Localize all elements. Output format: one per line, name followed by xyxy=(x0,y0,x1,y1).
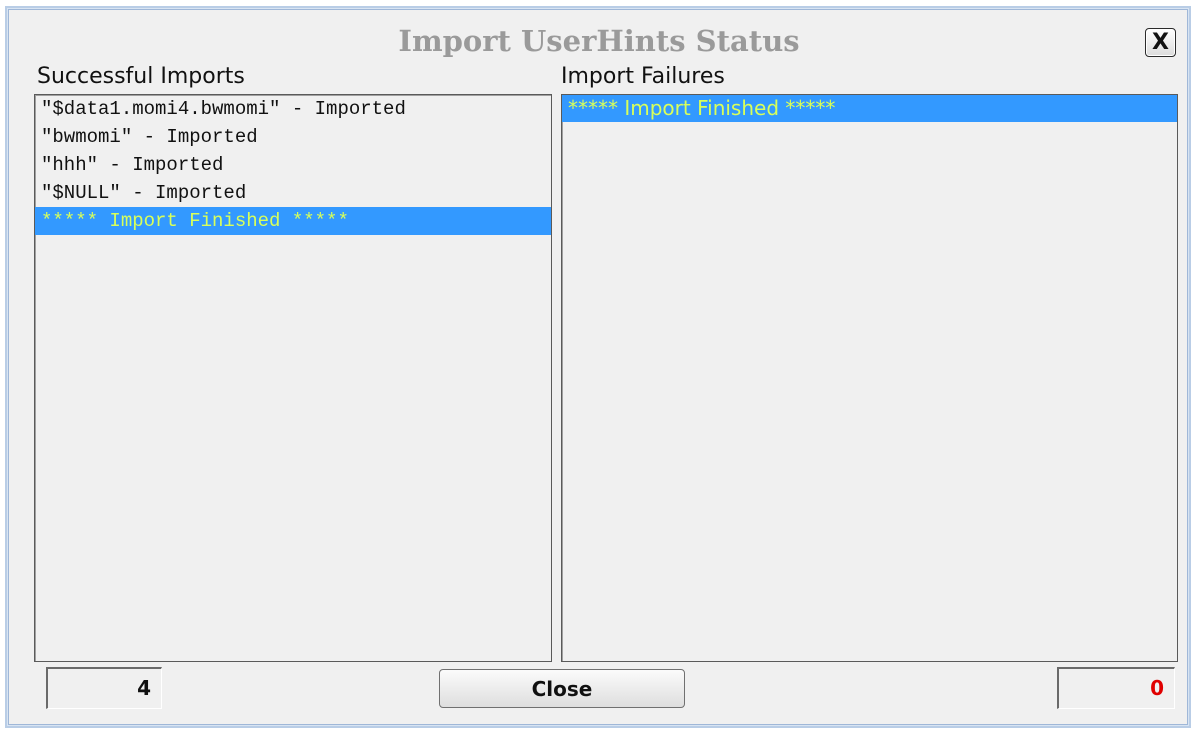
list-item[interactable]: "bwmomi" - Imported xyxy=(35,123,551,151)
dialog-title: Import UserHints Status xyxy=(398,24,800,58)
list-item-selected[interactable]: ***** Import Finished ***** xyxy=(35,207,551,235)
list-item[interactable]: "hhh" - Imported xyxy=(35,151,551,179)
list-item[interactable]: "$NULL" - Imported xyxy=(35,179,551,207)
successful-count: 4 xyxy=(46,667,162,709)
import-failures-label: Import Failures xyxy=(561,64,725,89)
successful-imports-label: Successful Imports xyxy=(37,64,245,89)
successful-imports-list[interactable]: "$data1.momi4.bwmomi" - Imported "bwmomi… xyxy=(34,94,552,662)
close-icon[interactable]: X xyxy=(1145,28,1176,57)
failure-count: 0 xyxy=(1057,667,1175,709)
list-item[interactable]: "$data1.momi4.bwmomi" - Imported xyxy=(35,95,551,123)
list-item-selected[interactable]: ***** Import Finished ***** xyxy=(562,95,1177,122)
close-button[interactable]: Close xyxy=(439,669,685,708)
import-status-dialog: Import UserHints Status X Successful Imp… xyxy=(8,9,1188,725)
import-failures-list[interactable]: ***** Import Finished ***** xyxy=(561,94,1178,662)
